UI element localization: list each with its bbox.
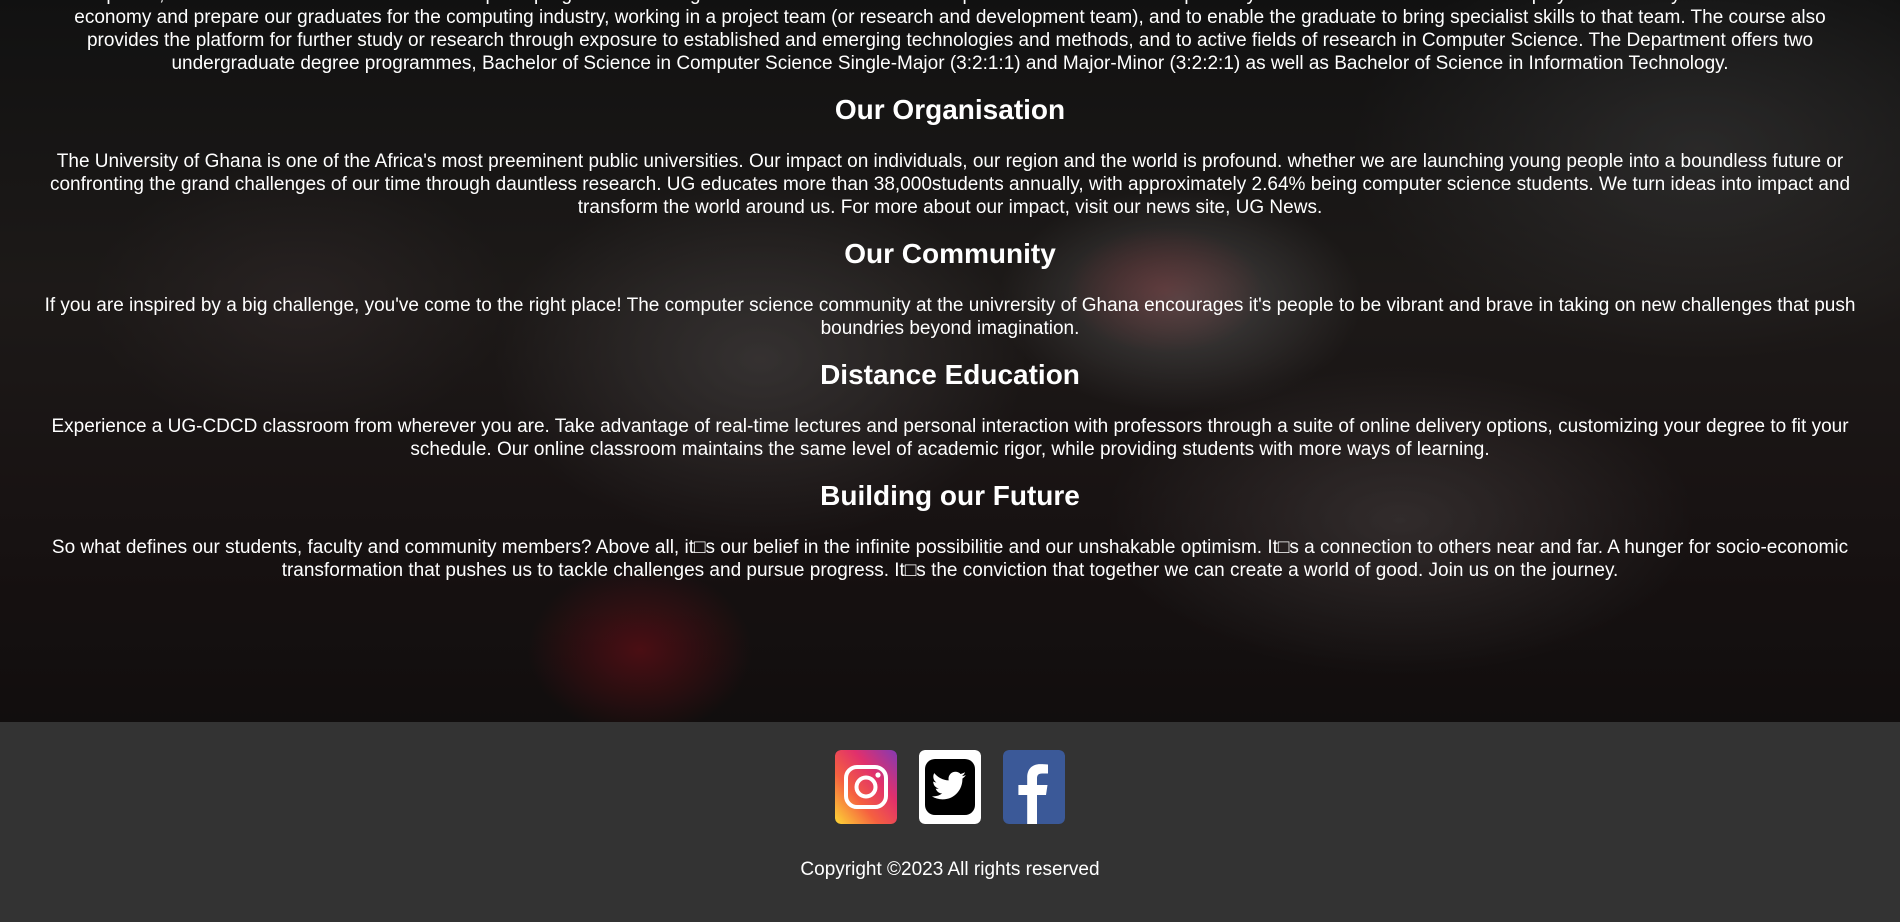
section-title-building-future: Building our Future <box>820 480 1080 511</box>
instagram-link[interactable] <box>835 750 897 824</box>
facebook-icon <box>1003 750 1065 824</box>
section-title-distance-education: Distance Education <box>820 359 1080 390</box>
section-title-community: Our Community <box>844 238 1056 269</box>
section-text-organisation: The University of Ghana is one of the Af… <box>49 151 1851 218</box>
section-text-building-future: So what defines our students, faculty an… <box>51 537 1849 581</box>
hero-content: development, construction and maintenanc… <box>0 0 1900 582</box>
twitter-link[interactable] <box>919 750 981 824</box>
section-text-distance-education: Experience a UG-CDCD classroom from wher… <box>51 416 1849 460</box>
footer: Copyright ©2023 All rights reserved <box>0 722 1900 922</box>
page: development, construction and maintenanc… <box>0 0 1900 922</box>
instagram-icon <box>835 750 897 824</box>
facebook-link[interactable] <box>1003 750 1065 824</box>
copyright-text: Copyright ©2023 All rights reserved <box>800 859 1100 880</box>
social-links <box>0 750 1900 824</box>
intro-paragraph: development, construction and maintenanc… <box>50 0 1849 74</box>
section-text-community: If you are inspired by a big challenge, … <box>44 295 1856 339</box>
section-title-organisation: Our Organisation <box>834 94 1066 125</box>
twitter-icon <box>919 750 981 824</box>
hero-background: development, construction and maintenanc… <box>0 0 1900 722</box>
